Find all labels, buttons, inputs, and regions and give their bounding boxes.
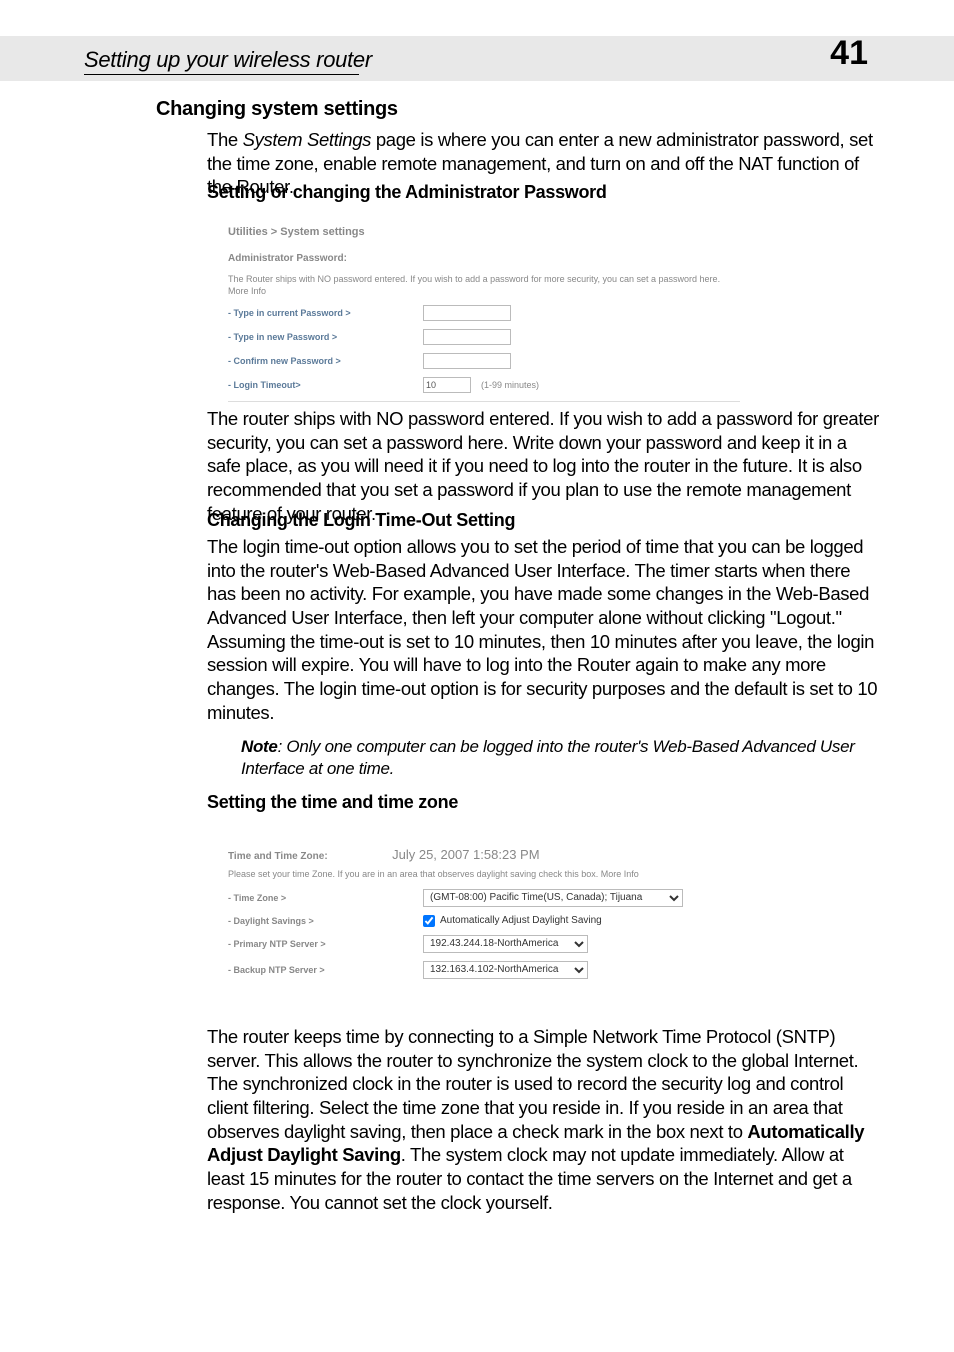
login-timeout-unit: (1-99 minutes) [481, 380, 539, 390]
para-login-timeout: The login time-out option allows you to … [207, 535, 883, 724]
row-backup-ntp: - Backup NTP Server > 132.163.4.102-Nort… [228, 961, 758, 979]
label-backup-ntp: - Backup NTP Server > [228, 965, 423, 975]
row-new-password: - Type in new Password > [228, 329, 740, 345]
primary-ntp-select[interactable]: 192.43.244.18-NorthAmerica [423, 935, 588, 953]
page-number: 41 [830, 34, 868, 73]
new-password-input[interactable] [423, 329, 511, 345]
admin-password-desc: The Router ships with NO password entere… [228, 274, 740, 297]
backup-ntp-select[interactable]: 132.163.4.102-NorthAmerica [423, 961, 588, 979]
confirm-password-input[interactable] [423, 353, 511, 369]
row-login-timeout: - Login Timeout> (1-99 minutes) [228, 377, 740, 393]
para-no-password: The router ships with NO password entere… [207, 407, 883, 525]
heading-changing-system-settings: Changing system settings [156, 98, 398, 121]
daylight-savings-checkbox[interactable] [423, 915, 435, 927]
para-sntp: The router keeps time by connecting to a… [207, 1025, 883, 1214]
time-zone-header-row: Time and Time Zone: July 25, 2007 1:58:2… [228, 846, 758, 864]
page-header: Setting up your wireless router [84, 47, 372, 73]
header-underline [84, 74, 359, 75]
row-primary-ntp: - Primary NTP Server > 192.43.244.18-Nor… [228, 935, 758, 953]
admin-password-label: Administrator Password: [228, 253, 740, 264]
note-block: Note: Only one computer can be logged in… [241, 736, 881, 780]
time-zone-desc: Please set your time Zone. If you are in… [228, 868, 758, 881]
heading-admin-password: Setting or changing the Administrator Pa… [207, 182, 607, 203]
breadcrumb: Utilities > System settings [228, 226, 740, 238]
daylight-savings-text: Automatically Adjust Daylight Saving [440, 915, 602, 926]
note-text: : Only one computer can be logged into t… [241, 737, 855, 778]
label-daylight-savings: - Daylight Savings > [228, 916, 423, 926]
screenshot-admin-password: Utilities > System settings Administrato… [228, 226, 740, 402]
label-current-password: - Type in current Password > [228, 308, 423, 318]
time-zone-label: Time and Time Zone: [228, 851, 328, 862]
label-new-password: - Type in new Password > [228, 332, 423, 342]
label-confirm-password: - Confirm new Password > [228, 356, 423, 366]
heading-login-timeout: Changing the Login Time-Out Setting [207, 510, 515, 531]
label-time-zone: - Time Zone > [228, 893, 423, 903]
label-primary-ntp: - Primary NTP Server > [228, 939, 423, 949]
row-confirm-password: - Confirm new Password > [228, 353, 740, 369]
row-daylight-savings: - Daylight Savings > Automatically Adjus… [228, 915, 758, 927]
screenshot-time-zone: Time and Time Zone: July 25, 2007 1:58:2… [228, 846, 758, 979]
login-timeout-input[interactable] [423, 377, 471, 393]
heading-time-zone: Setting the time and time zone [207, 792, 458, 813]
row-time-zone: - Time Zone > (GMT-08:00) Pacific Time(U… [228, 889, 758, 907]
current-password-input[interactable] [423, 305, 511, 321]
row-current-password: - Type in current Password > [228, 305, 740, 321]
time-zone-select[interactable]: (GMT-08:00) Pacific Time(US, Canada); Ti… [423, 889, 683, 907]
label-login-timeout: - Login Timeout> [228, 380, 423, 390]
datetime-display: July 25, 2007 1:58:23 PM [392, 847, 539, 862]
note-label: Note [241, 737, 278, 756]
